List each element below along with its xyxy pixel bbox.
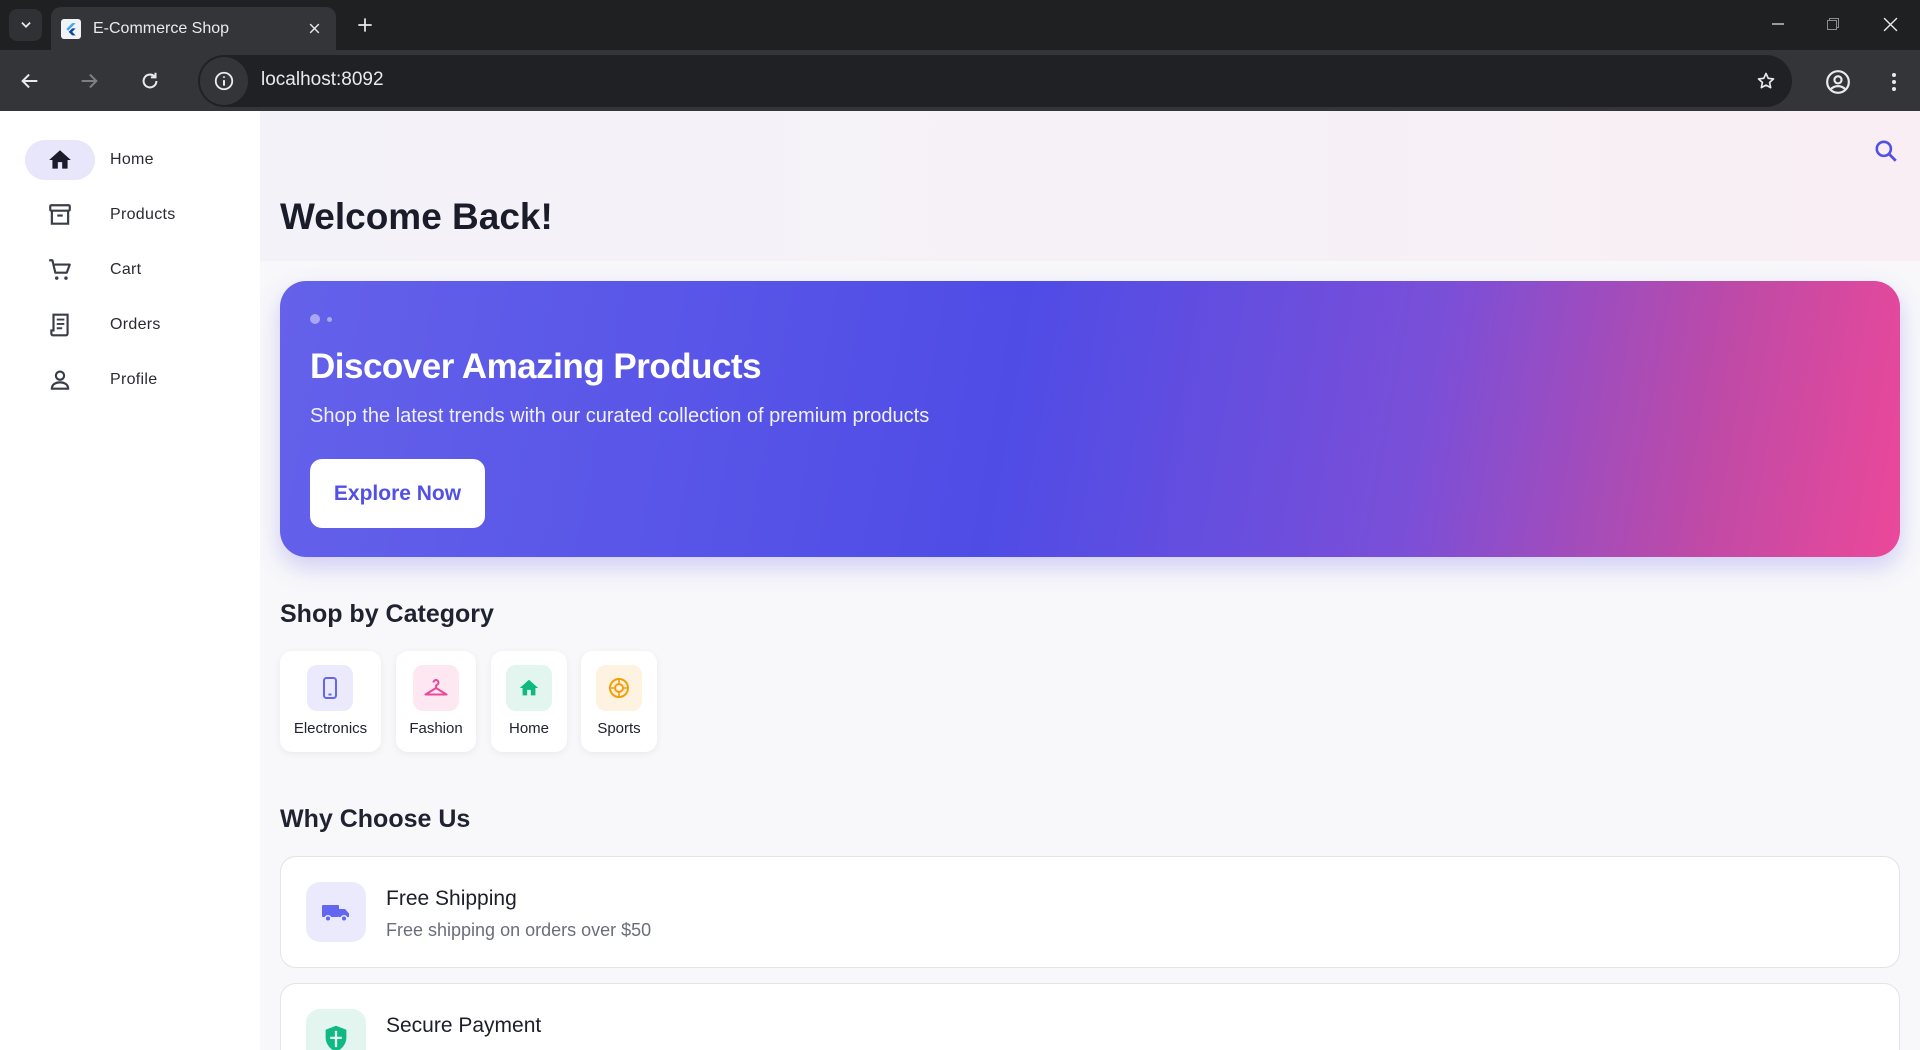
window-close-button[interactable] xyxy=(1870,8,1910,40)
tab-close-button[interactable] xyxy=(300,15,328,43)
info-icon xyxy=(214,71,234,91)
sidebar-item-orders[interactable]: Orders xyxy=(0,303,260,347)
minimize-button[interactable] xyxy=(1758,8,1798,40)
browser-menu-button[interactable] xyxy=(1878,66,1910,98)
feature-description: Free shipping on orders over $50 xyxy=(386,920,652,940)
close-icon xyxy=(309,23,319,34)
page-header: Welcome Back! xyxy=(260,111,1920,261)
shield-icon xyxy=(325,1025,347,1050)
restore-button[interactable] xyxy=(1813,8,1853,40)
star-icon xyxy=(1757,72,1775,89)
category-label: Fashion xyxy=(409,720,463,737)
category-label: Sports xyxy=(597,720,641,737)
category-card-sports[interactable]: Sports xyxy=(581,651,657,752)
feature-title: Secure Payment xyxy=(386,1014,542,1037)
browser-tabbar: E-Commerce Shop xyxy=(0,0,1920,50)
cart-icon xyxy=(49,259,71,280)
category-label: Electronics xyxy=(293,720,368,737)
sidebar-item-home[interactable]: Home xyxy=(0,138,260,182)
category-card-electronics[interactable]: Electronics xyxy=(280,651,381,752)
bookmark-button[interactable] xyxy=(1752,67,1780,95)
account-circle-icon xyxy=(1826,70,1850,94)
category-icon-badge xyxy=(506,665,552,711)
plus-icon xyxy=(358,18,372,32)
main-content: Welcome Back! Discover Amazing Products … xyxy=(260,111,1920,1050)
profile-button[interactable] xyxy=(1822,66,1854,98)
person-icon xyxy=(50,370,70,390)
search-button[interactable] xyxy=(1866,131,1906,171)
carousel-indicator xyxy=(310,314,332,324)
receipt-icon xyxy=(50,313,69,337)
site-info-button[interactable] xyxy=(200,57,248,105)
arrow-right-icon xyxy=(81,73,98,89)
hero-subtitle: Shop the latest trends with our curated … xyxy=(310,405,930,427)
sidebar-item-label: Products xyxy=(110,206,176,223)
flutter-favicon-icon xyxy=(61,18,81,39)
explore-now-button[interactable]: Explore Now xyxy=(310,459,485,528)
category-label: Home xyxy=(508,720,549,737)
hanger-icon xyxy=(424,679,448,696)
archive-box-icon xyxy=(49,204,71,225)
ball-icon xyxy=(609,678,629,698)
feature-title: Free Shipping xyxy=(386,887,517,910)
home-icon xyxy=(49,150,71,169)
carousel-dot-active[interactable] xyxy=(310,314,320,324)
browser-toolbar: localhost:8092 xyxy=(0,50,1920,111)
more-vertical-icon xyxy=(1892,73,1896,91)
features-section-title: Why Choose Us xyxy=(280,805,471,833)
page-title: Welcome Back! xyxy=(280,196,553,237)
smartphone-icon xyxy=(323,677,337,699)
hero-title: Discover Amazing Products xyxy=(310,347,762,386)
nav-icon-slot xyxy=(25,195,95,235)
truck-icon xyxy=(322,905,349,923)
restore-icon xyxy=(1827,18,1839,30)
forward-button[interactable] xyxy=(73,65,105,97)
browser-tab[interactable]: E-Commerce Shop xyxy=(51,7,336,50)
feature-icon-badge xyxy=(306,1009,366,1050)
nav-icon-slot xyxy=(25,250,95,290)
sidebar-item-label: Cart xyxy=(110,261,142,278)
sidebar-item-profile[interactable]: Profile xyxy=(0,358,260,402)
sidebar-item-label: Profile xyxy=(110,371,158,388)
sidebar-nav: Home Products Cart Orders Profile xyxy=(0,111,260,1050)
chevron-down-icon xyxy=(20,22,31,28)
category-card-fashion[interactable]: Fashion xyxy=(396,651,476,752)
address-bar[interactable]: localhost:8092 xyxy=(198,55,1792,107)
sidebar-item-label: Home xyxy=(110,151,154,168)
category-icon-badge xyxy=(413,665,459,711)
category-section-title: Shop by Category xyxy=(280,600,494,628)
nav-icon-slot xyxy=(25,360,95,400)
back-button[interactable] xyxy=(14,65,46,97)
search-icon xyxy=(1875,140,1897,162)
arrow-left-icon xyxy=(21,73,38,89)
feature-card-secure-payment: Secure Payment xyxy=(280,983,1900,1050)
hero-banner: Discover Amazing Products Shop the lates… xyxy=(280,281,1900,557)
category-card-home[interactable]: Home xyxy=(491,651,567,752)
feature-card-free-shipping: Free Shipping Free shipping on orders ov… xyxy=(280,856,1900,968)
nav-indicator xyxy=(25,140,95,180)
reload-icon xyxy=(142,72,158,89)
feature-icon-badge xyxy=(306,882,366,942)
home-icon xyxy=(519,679,539,696)
new-tab-button[interactable] xyxy=(350,10,380,40)
category-icon-badge xyxy=(596,665,642,711)
tab-title: E-Commerce Shop xyxy=(93,19,230,37)
nav-icon-slot xyxy=(25,305,95,345)
sidebar-item-cart[interactable]: Cart xyxy=(0,248,260,292)
url-text: localhost:8092 xyxy=(261,69,384,90)
reload-button[interactable] xyxy=(134,65,166,97)
sidebar-item-label: Orders xyxy=(110,316,161,333)
tab-search-button[interactable] xyxy=(9,9,42,41)
carousel-dot[interactable] xyxy=(327,316,332,322)
minimize-icon xyxy=(1772,23,1784,25)
sidebar-item-products[interactable]: Products xyxy=(0,193,260,237)
category-icon-badge xyxy=(307,665,353,711)
close-icon xyxy=(1883,17,1897,31)
